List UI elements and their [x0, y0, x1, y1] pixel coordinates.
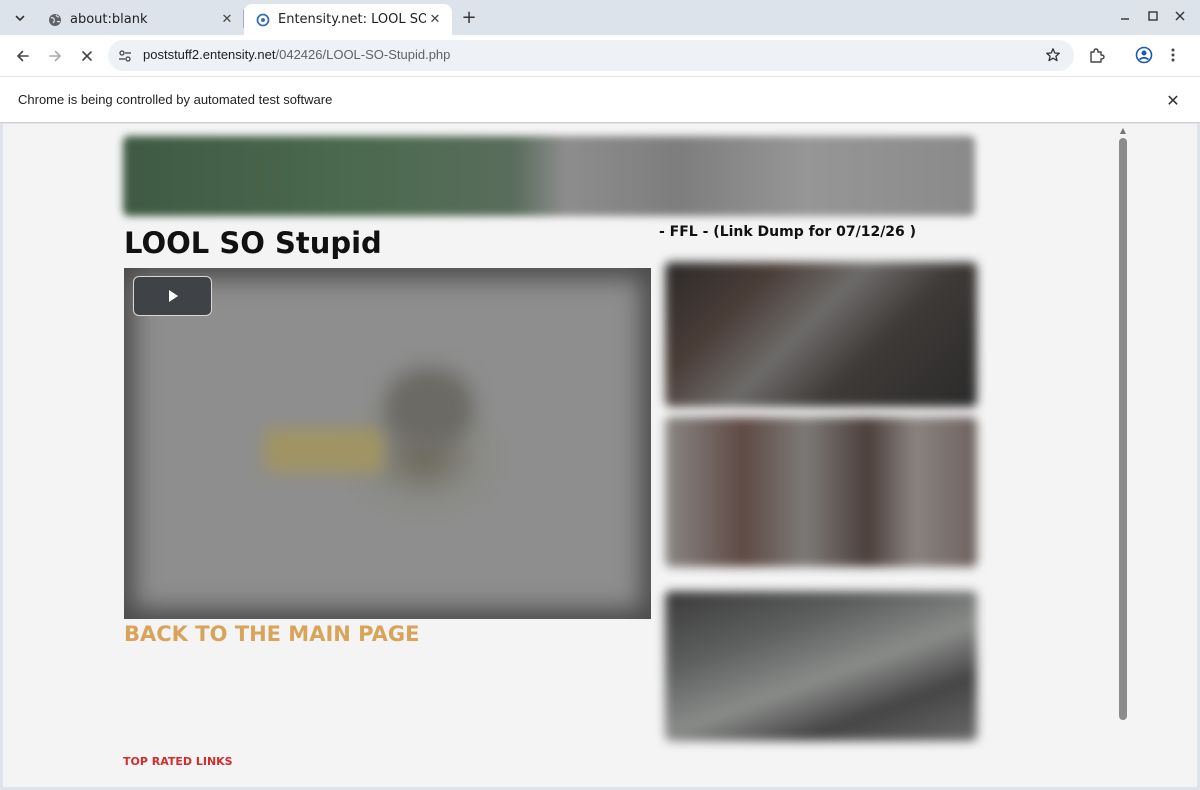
close-icon	[82, 51, 92, 61]
url-path: /042426/LOOL-SO-Stupid.php	[275, 47, 451, 62]
close-icon[interactable]: ✕	[426, 11, 444, 29]
globe-icon	[48, 13, 62, 27]
arrow-right-icon	[49, 50, 62, 62]
browser-toolbar: poststuff2.entensity.net/042426/LOOL-SO-…	[0, 35, 1200, 76]
forward-button[interactable]	[42, 43, 68, 69]
loading-spinner-icon	[256, 13, 270, 27]
maximize-icon	[1148, 11, 1158, 21]
back-button[interactable]	[10, 43, 36, 69]
top-rated-links-link[interactable]: TOP RATED LINKS	[123, 755, 233, 768]
url-host: poststuff2.entensity.net	[143, 47, 276, 62]
extensions-button[interactable]	[1086, 44, 1108, 66]
stop-loading-button[interactable]	[74, 43, 100, 69]
puzzle-icon	[1090, 48, 1105, 63]
new-tab-button[interactable]: +	[459, 6, 479, 28]
tab-search-button[interactable]	[8, 6, 32, 30]
tab-entensity[interactable]: Entensity.net: LOOL SO St ✕	[244, 4, 452, 35]
back-to-main-page-link[interactable]: BACK TO THE MAIN PAGE	[124, 622, 419, 646]
account-icon	[1135, 46, 1153, 64]
tune-icon[interactable]	[116, 47, 134, 65]
scroll-up-icon[interactable]: ▲	[1118, 126, 1128, 135]
tab-about-blank[interactable]: about:blank ✕	[36, 4, 244, 35]
maximize-button[interactable]	[1145, 8, 1161, 24]
profile-button[interactable]	[1133, 44, 1155, 66]
page-title: LOOL SO Stupid	[124, 226, 382, 260]
plus-icon: +	[461, 6, 477, 28]
scrollbar-thumb[interactable]	[1119, 138, 1127, 720]
page-scrollbar[interactable]: ▲	[1116, 124, 1130, 787]
browser-menu-button[interactable]	[1162, 44, 1184, 66]
video-player[interactable]	[124, 268, 651, 619]
tab-title: about:blank	[70, 12, 148, 27]
address-bar[interactable]: poststuff2.entensity.net/042426/LOOL-SO-…	[108, 40, 1074, 71]
play-button[interactable]	[133, 276, 212, 316]
site-banner-image[interactable]	[123, 136, 975, 216]
minimize-button[interactable]	[1117, 8, 1133, 24]
link-thumbnail[interactable]	[665, 262, 977, 407]
link-thumbnail[interactable]	[665, 417, 977, 567]
close-icon[interactable]: ✕	[218, 11, 236, 29]
link-thumbnail[interactable]	[665, 591, 977, 741]
video-vignette	[124, 268, 651, 619]
page-viewport[interactable]: LOOL SO Stupid BACK TO THE MAIN PAGE TOP…	[3, 124, 1197, 787]
star-icon[interactable]	[1044, 46, 1062, 64]
kebab-menu-icon	[1171, 48, 1175, 62]
infobar-message: Chrome is being controlled by automated …	[18, 92, 333, 107]
play-icon	[168, 290, 178, 302]
automation-infobar: Chrome is being controlled by automated …	[0, 76, 1200, 123]
close-icon	[1175, 11, 1185, 21]
close-icon[interactable]: ✕	[1164, 91, 1182, 110]
chevron-down-icon	[15, 15, 25, 22]
close-window-button[interactable]	[1172, 8, 1188, 24]
url-text: poststuff2.entensity.net/042426/LOOL-SO-…	[143, 47, 450, 62]
minimize-icon	[1121, 18, 1129, 20]
arrow-left-icon	[16, 50, 29, 62]
tab-strip: about:blank ✕ Entensity.net: LOOL SO St …	[0, 0, 1200, 35]
sidebar-heading: - FFL - (Link Dump for 07/12/26 )	[659, 224, 917, 240]
tab-title: Entensity.net: LOOL SO St	[278, 12, 426, 27]
